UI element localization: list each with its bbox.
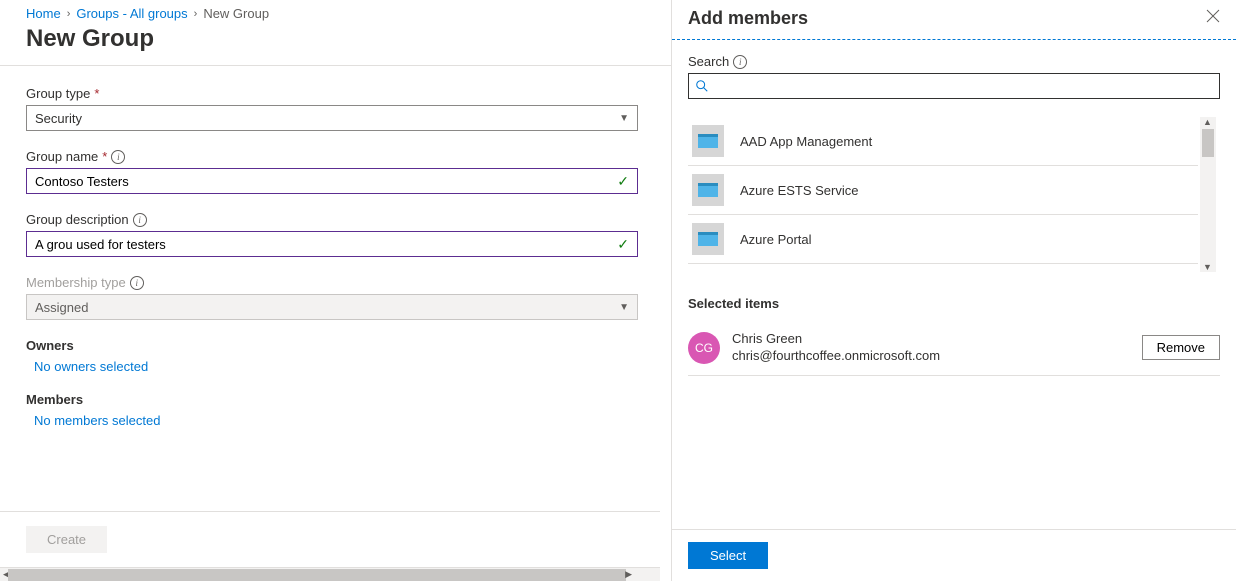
info-icon[interactable]: i — [733, 55, 747, 69]
owners-label: Owners — [26, 338, 638, 353]
create-button: Create — [26, 526, 107, 553]
result-item[interactable]: Azure ESTS Service — [688, 166, 1198, 215]
membership-type-select: Assigned ▼ — [26, 294, 638, 320]
vertical-scrollbar[interactable]: ▲ ▼ — [1200, 117, 1216, 272]
result-item[interactable]: Azure Portal — [688, 215, 1198, 264]
group-name-input[interactable] — [35, 174, 617, 189]
check-icon: ✓ — [617, 236, 629, 253]
membership-type-value: Assigned — [35, 300, 88, 315]
result-item[interactable]: AAD App Management — [688, 117, 1198, 166]
group-description-label: Group description i — [26, 212, 638, 227]
no-owners-link[interactable]: No owners selected — [26, 359, 638, 374]
result-name: Azure ESTS Service — [740, 183, 859, 198]
add-members-panel: Add members Search i AAD App Management … — [671, 0, 1236, 581]
selected-name: Chris Green — [732, 331, 940, 348]
horizontal-scrollbar[interactable]: ◀ ▶ — [0, 567, 660, 581]
select-button[interactable]: Select — [688, 542, 768, 569]
search-icon — [695, 79, 709, 93]
info-icon[interactable]: i — [130, 276, 144, 290]
scrollbar-thumb[interactable] — [8, 569, 626, 581]
selected-item-row: CG Chris Green chris@fourthcoffee.onmicr… — [688, 325, 1220, 376]
membership-type-label: Membership type i — [26, 275, 638, 290]
check-icon: ✓ — [617, 173, 629, 190]
search-input[interactable] — [715, 79, 1213, 94]
app-icon — [692, 125, 724, 157]
group-type-label: Group type* — [26, 86, 638, 101]
selected-items-heading: Selected items — [688, 296, 1220, 311]
panel-footer: Select — [672, 529, 1236, 581]
search-box — [688, 73, 1220, 99]
form-footer: Create — [0, 511, 660, 567]
chevron-down-icon: ▼ — [619, 302, 629, 313]
close-icon — [1206, 9, 1220, 23]
group-type-value: Security — [35, 111, 82, 126]
results-list: AAD App Management Azure ESTS Service Az… — [688, 117, 1198, 264]
result-name: AAD App Management — [740, 134, 872, 149]
avatar: CG — [688, 332, 720, 364]
chevron-down-icon: ▼ — [619, 113, 629, 124]
scrollbar-thumb[interactable] — [1202, 129, 1214, 157]
info-icon[interactable]: i — [133, 213, 147, 227]
scroll-up-icon[interactable]: ▲ — [1203, 117, 1212, 127]
chevron-right-icon: › — [194, 8, 198, 20]
app-icon — [692, 223, 724, 255]
info-icon[interactable]: i — [111, 150, 125, 164]
close-button[interactable] — [1206, 9, 1220, 28]
chevron-right-icon: › — [67, 8, 71, 20]
scroll-right-icon[interactable]: ▶ — [623, 568, 634, 581]
group-description-input[interactable] — [35, 237, 617, 252]
app-icon — [692, 174, 724, 206]
scroll-down-icon[interactable]: ▼ — [1203, 262, 1212, 272]
group-type-select[interactable]: Security ▼ — [26, 105, 638, 131]
group-description-input-wrap: ✓ — [26, 231, 638, 257]
result-name: Azure Portal — [740, 232, 812, 247]
panel-title: Add members — [688, 8, 808, 29]
group-name-input-wrap: ✓ — [26, 168, 638, 194]
search-label: Search i — [688, 54, 1220, 69]
breadcrumb-groups[interactable]: Groups - All groups — [76, 6, 187, 21]
new-group-form: Group type* Security ▼ Group name* i ✓ G… — [0, 66, 650, 428]
no-members-link[interactable]: No members selected — [26, 413, 638, 428]
group-name-label: Group name* i — [26, 149, 638, 164]
selected-email: chris@fourthcoffee.onmicrosoft.com — [732, 348, 940, 365]
breadcrumb-current: New Group — [203, 6, 269, 21]
breadcrumb-home[interactable]: Home — [26, 6, 61, 21]
remove-button[interactable]: Remove — [1142, 335, 1220, 360]
members-label: Members — [26, 392, 638, 407]
